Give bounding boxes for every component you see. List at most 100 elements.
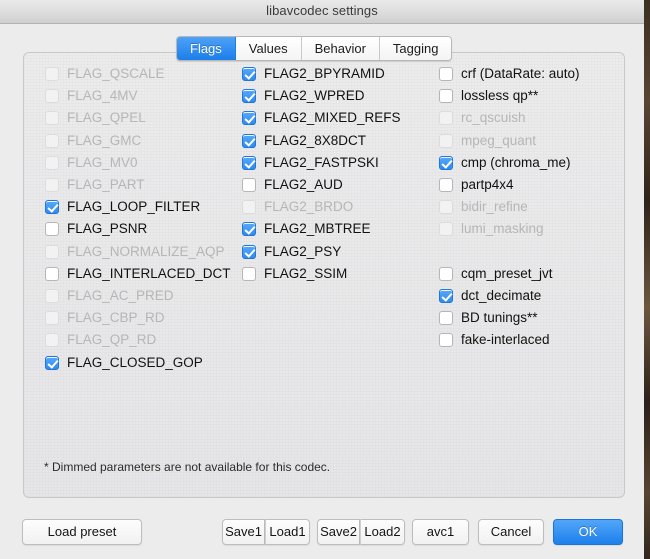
checkbox-row[interactable]: FLAG2_8X8DCT [242,130,442,152]
checkbox-label: lossless qp** [461,88,539,104]
flags-panel: FLAG_QSCALE FLAG_4MV FLAG_QPEL FLAG_GMC FLAG… [23,52,625,498]
checkbox-row[interactable]: lossless qp** [439,85,619,107]
checkbox-unchecked-icon [45,178,59,193]
checkbox-row[interactable]: FLAG_NORMALIZE_AQP [45,241,245,263]
save2-button[interactable]: Save2 [317,519,360,545]
checkbox-row[interactable]: FLAG2_SSIM [242,263,442,285]
checkbox-label: FLAG_AC_PRED [67,287,174,303]
checkbox-row[interactable]: FLAG_QPEL [45,107,245,129]
load2-button[interactable]: Load2 [360,519,405,545]
checkbox-row[interactable]: dct_decimate [439,285,619,307]
save1-button[interactable]: Save1 [222,519,265,545]
checkbox-label: partp4x4 [461,177,514,193]
checkbox-label: fake-interlaced [461,332,550,348]
checkbox-label: FLAG2_WPRED [264,88,365,104]
checkbox-label: FLAG2_AUD [264,177,343,193]
checkbox-checked-icon[interactable] [242,111,256,126]
checkbox-row[interactable]: partp4x4 [439,174,619,196]
load1-button[interactable]: Load1 [265,519,310,545]
checkbox-row[interactable]: FLAG_PSNR [45,218,245,240]
background-window-strip [644,0,650,559]
checkbox-label: FLAG_CBP_RD [67,310,165,326]
checkbox-row[interactable]: FLAG2_MBTREE [242,218,442,240]
checkbox-row[interactable]: FLAG_4MV [45,85,245,107]
checkbox-unchecked-icon[interactable] [439,178,453,193]
checkbox-row[interactable]: crf (DataRate: auto) [439,63,619,85]
checkbox-checked-icon[interactable] [45,355,59,370]
checkbox-row[interactable]: FLAG_QSCALE [45,63,245,85]
ok-button[interactable]: OK [553,519,623,545]
checkbox-unchecked-icon[interactable] [439,266,453,281]
checkbox-row[interactable]: FLAG2_BPYRAMID [242,63,442,85]
checkbox-row[interactable]: FLAG2_AUD [242,174,442,196]
checkbox-row[interactable]: lumi_masking [439,218,619,240]
checkbox-checked-icon[interactable] [242,244,256,259]
checkbox-label: FLAG2_8X8DCT [264,132,367,148]
checkbox-row[interactable]: FLAG_CLOSED_GOP [45,351,245,373]
checkbox-row[interactable]: FLAG2_PSY [242,241,442,263]
checkbox-label: bidir_refine [461,199,528,215]
checkbox-label: rc_qscuish [461,110,526,126]
checkbox-label: FLAG2_PSY [264,243,342,259]
tab-label: Tagging [392,41,439,56]
tab-flags[interactable]: Flags [177,37,236,60]
checkbox-unchecked-icon[interactable] [439,67,453,82]
checkbox-row[interactable]: FLAG_PART [45,174,245,196]
checkbox-row[interactable]: rc_qscuish [439,107,619,129]
checkbox-unchecked-icon [242,200,256,215]
checkbox-row[interactable]: cmp (chroma_me) [439,152,619,174]
checkbox-row[interactable]: FLAG_INTERLACED_DCT [45,263,245,285]
checkbox-unchecked-icon[interactable] [439,333,453,348]
window-titlebar[interactable]: libavcodec settings [0,0,644,24]
checkbox-checked-icon[interactable] [439,288,453,303]
checkbox-unchecked-icon[interactable] [242,178,256,193]
checkbox-unchecked-icon[interactable] [45,222,59,237]
checkbox-checked-icon[interactable] [439,155,453,170]
checkbox-row[interactable]: FLAG2_WPRED [242,85,442,107]
checkbox-unchecked-icon[interactable] [45,266,59,281]
checkbox-label: dct_decimate [461,287,542,303]
checkbox-row[interactable]: FLAG_MV0 [45,152,245,174]
checkbox-unchecked-icon [439,200,453,215]
checkbox-unchecked-icon [45,67,59,82]
checkbox-unchecked-icon[interactable] [439,311,453,326]
checkbox-label: FLAG2_MIXED_REFS [264,110,401,126]
checkbox-row[interactable]: BD tunings** [439,307,619,329]
cancel-button[interactable]: Cancel [478,519,544,545]
checkbox-row[interactable]: FLAG_LOOP_FILTER [45,196,245,218]
checkbox-label: FLAG_NORMALIZE_AQP [67,243,225,259]
checkbox-row[interactable]: FLAG_CBP_RD [45,307,245,329]
tab-values[interactable]: Values [235,37,302,60]
tab-behavior[interactable]: Behavior [301,37,380,60]
checkbox-row[interactable]: FLAG2_FASTPSKI [242,152,442,174]
checkbox-unchecked-icon[interactable] [242,266,256,281]
checkbox-label: cqm_preset_jvt [461,265,553,281]
checkbox-row[interactable]: fake-interlaced [439,329,619,351]
checkbox-checked-icon[interactable] [242,89,256,104]
checkbox-checked-icon[interactable] [45,200,59,215]
flags-column-1: FLAG_QSCALE FLAG_4MV FLAG_QPEL FLAG_GMC FLAG… [45,63,245,374]
load-preset-button[interactable]: Load preset [22,519,142,545]
checkbox-label: lumi_masking [461,221,544,237]
checkbox-row[interactable]: mpeg_quant [439,130,619,152]
checkbox-row[interactable]: FLAG2_BRDO [242,196,442,218]
checkbox-row[interactable]: FLAG_AC_PRED [45,285,245,307]
checkbox-label: FLAG_LOOP_FILTER [67,199,201,215]
checkbox-label: FLAG2_SSIM [264,265,348,281]
checkbox-row[interactable]: FLAG_QP_RD [45,329,245,351]
checkbox-row[interactable]: cqm_preset_jvt [439,263,619,285]
tab-tagging[interactable]: Tagging [379,37,452,60]
checkbox-row[interactable]: FLAG_GMC [45,130,245,152]
checkbox-checked-icon[interactable] [242,222,256,237]
checkbox-checked-icon[interactable] [242,67,256,82]
checkbox-checked-icon[interactable] [242,133,256,148]
avc1-button[interactable]: avc1 [412,519,469,545]
column-spacer [439,241,619,263]
checkbox-label: FLAG2_BPYRAMID [264,66,385,82]
checkbox-row[interactable]: bidir_refine [439,196,619,218]
flags-column-3: crf (DataRate: auto) lossless qp** rc_qscu… [439,63,619,351]
checkbox-unchecked-icon [45,155,59,170]
checkbox-checked-icon[interactable] [242,155,256,170]
checkbox-unchecked-icon[interactable] [439,89,453,104]
checkbox-row[interactable]: FLAG2_MIXED_REFS [242,107,442,129]
